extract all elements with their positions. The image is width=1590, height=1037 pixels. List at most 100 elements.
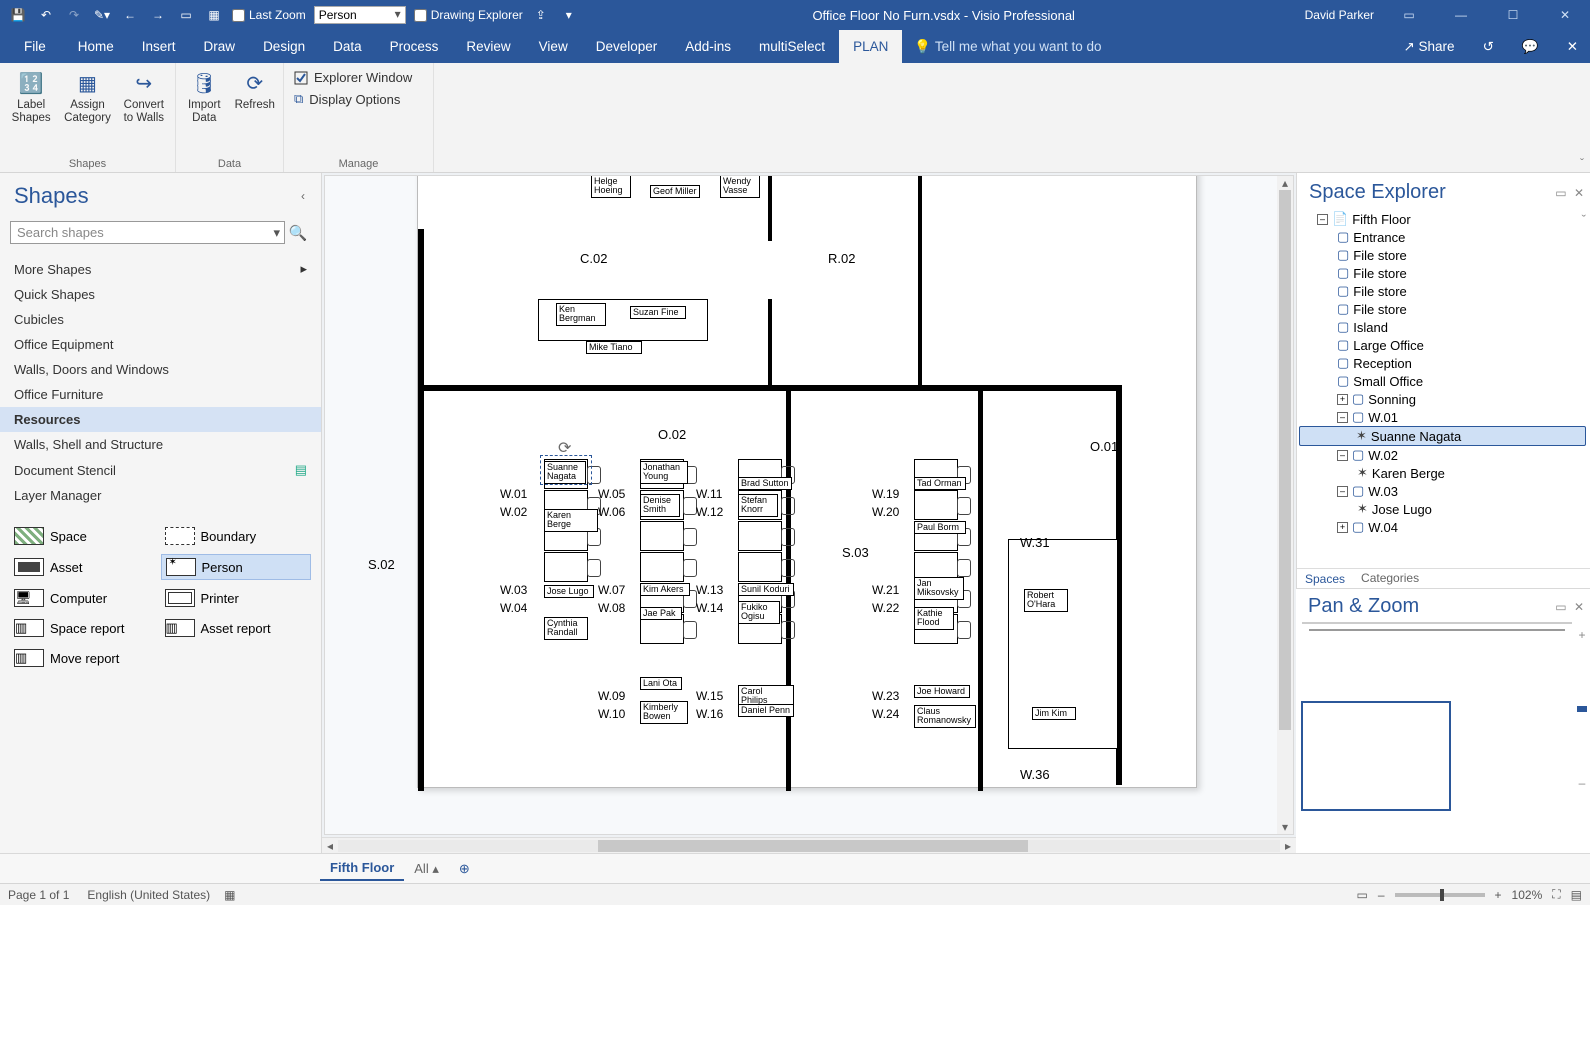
tree-item-w02[interactable]: – ▢ W.02 — [1299, 446, 1586, 464]
tell-me-search[interactable]: 💡 Tell me what you want to do — [902, 39, 1403, 55]
display-options-button[interactable]: ⧉ Display Options — [290, 88, 427, 110]
drawing-explorer-check[interactable]: Drawing Explorer — [414, 8, 523, 22]
search-icon[interactable]: 🔍 — [285, 224, 311, 242]
assign-category-button[interactable]: ▦Assign Category — [62, 67, 112, 125]
zoom-out-icon[interactable]: – — [1579, 776, 1586, 790]
person-tag[interactable]: Jonathan Young — [640, 461, 688, 484]
pane-window-icon[interactable]: ▭ — [1555, 186, 1566, 200]
vertical-scrollbar[interactable]: ▴▾ — [1277, 176, 1293, 834]
person-tag[interactable]: Lani Ota — [640, 677, 682, 690]
person-tag[interactable]: Jan Miksovsky — [914, 577, 964, 600]
tree-item[interactable]: ▢ Entrance — [1299, 228, 1586, 246]
stencil-cubicles[interactable]: Cubicles — [0, 307, 321, 332]
qat-more-icon[interactable]: ▾ — [557, 3, 581, 27]
status-language[interactable]: English (United States) — [87, 888, 210, 902]
zoom-in-icon[interactable]: + — [1495, 888, 1502, 902]
tree-item-w01[interactable]: – ▢ W.01 — [1299, 408, 1586, 426]
sync-icon[interactable]: ⇪ — [529, 3, 553, 27]
horizontal-scrollbar[interactable]: ◂ ▸ — [322, 837, 1296, 853]
window-icon[interactable]: ▭ — [174, 3, 198, 27]
ribbon-display-icon[interactable]: ▭ — [1392, 8, 1426, 22]
shapes-pane-collapse-icon[interactable]: ‹ — [301, 189, 305, 203]
shape-move-report[interactable]: ▥Move report — [10, 646, 161, 670]
person-tag[interactable]: Karen Berge — [544, 509, 598, 532]
tree-person[interactable]: ✶ Jose Lugo — [1299, 500, 1586, 518]
shape-computer[interactable]: 🖥Computer — [10, 586, 161, 610]
person-tag[interactable]: Geof Miller — [650, 185, 700, 198]
tab-data[interactable]: Data — [319, 30, 376, 63]
save-icon[interactable]: 💾 — [6, 3, 30, 27]
nav-back-icon[interactable]: ← — [118, 3, 142, 27]
history-icon[interactable]: ↺ — [1483, 39, 1494, 55]
tab-plan[interactable]: PLAN — [839, 30, 902, 63]
tree-person[interactable]: ✶ Karen Berge — [1299, 464, 1586, 482]
fit-window-icon[interactable]: ⛶ — [1552, 887, 1560, 902]
person-tag[interactable]: Claus Romanowsky — [914, 705, 976, 728]
person-tag[interactable]: Kimberly Bowen — [640, 701, 688, 724]
person-tag[interactable]: Denise Smith — [640, 494, 680, 517]
tab-addins[interactable]: Add-ins — [671, 30, 745, 63]
redo-icon[interactable]: ↷ — [62, 3, 86, 27]
share-button[interactable]: ↗ Share — [1403, 39, 1454, 55]
tree-item[interactable]: ▢ Island — [1299, 318, 1586, 336]
pan-zoom-frame[interactable] — [1301, 701, 1451, 811]
person-tag[interactable]: Stefan Knorr — [738, 494, 778, 517]
person-tag[interactable]: Fukiko Ogisu — [738, 601, 780, 624]
pane-close-icon[interactable]: ✕ — [1574, 600, 1584, 614]
person-tag[interactable]: Tad Orman — [914, 477, 966, 490]
tab-insert[interactable]: Insert — [128, 30, 190, 63]
person-tag[interactable]: Helge Hoeing — [591, 175, 631, 198]
person-tag-selected[interactable]: Suanne Nagata — [544, 461, 586, 484]
switch-windows-icon[interactable]: ▤ — [1571, 888, 1582, 902]
person-tag[interactable]: Wendy Vasse — [720, 175, 760, 198]
shape-boundary[interactable]: Boundary — [161, 524, 312, 548]
person-tag[interactable]: Kim Akers — [640, 583, 690, 596]
page-tab-all[interactable]: All ▴ — [404, 857, 449, 881]
zoom-percent[interactable]: 102% — [1512, 888, 1543, 902]
macro-icon[interactable]: ▦ — [224, 888, 235, 902]
zoom-in-icon[interactable]: + — [1578, 628, 1585, 642]
drawing-canvas[interactable]: C.02 R.02 O.02 S.02 S.03 O.01 W.31 W.36 … — [324, 175, 1294, 835]
convert-walls-button[interactable]: ↪Convert to Walls — [119, 67, 169, 125]
undo-icon[interactable]: ↶ — [34, 3, 58, 27]
tree-item[interactable]: ▢ File store — [1299, 246, 1586, 264]
shape-printer[interactable]: Printer — [161, 586, 312, 610]
rotate-handle-icon[interactable]: ⟳ — [558, 438, 574, 454]
comments-icon[interactable]: 💬 — [1522, 39, 1539, 55]
tab-file[interactable]: File — [6, 30, 64, 63]
maximize-icon[interactable]: ☐ — [1496, 8, 1530, 22]
person-tag[interactable]: Joe Howard — [914, 685, 970, 698]
import-data-button[interactable]: 🛢Import Data — [182, 67, 227, 125]
quick-shapes-item[interactable]: Quick Shapes — [0, 282, 321, 307]
tab-draw[interactable]: Draw — [190, 30, 250, 63]
tab-view[interactable]: View — [525, 30, 582, 63]
nav-fwd-icon[interactable]: → — [146, 3, 170, 27]
person-tag[interactable]: Daniel Penn — [738, 704, 794, 717]
tab-home[interactable]: Home — [64, 30, 128, 63]
tree-item[interactable]: ▢ File store — [1299, 282, 1586, 300]
explorer-window-check[interactable]: Explorer Window — [290, 67, 427, 88]
stencil-document-stencil[interactable]: Document Stencil▤ — [0, 457, 321, 483]
last-zoom-check[interactable]: Last Zoom — [232, 8, 306, 22]
scroll-left-icon[interactable]: ◂ — [322, 839, 338, 853]
search-shapes-input[interactable]: Search shapes — [10, 221, 285, 244]
minimize-icon[interactable]: — — [1444, 8, 1478, 22]
person-tag[interactable]: Sunil Koduri — [738, 583, 794, 596]
more-shapes-item[interactable]: More Shapes▸ — [0, 256, 321, 282]
tree-item[interactable]: ▢ File store — [1299, 300, 1586, 318]
person-tag[interactable]: Jae Pak — [640, 607, 682, 620]
person-tag[interactable]: Cynthia Randall — [544, 617, 588, 640]
tab-review[interactable]: Review — [452, 30, 524, 63]
collapse-ribbon-icon[interactable]: ˇ — [1580, 156, 1584, 170]
tree-item[interactable]: ▢ Large Office — [1299, 336, 1586, 354]
status-page[interactable]: Page 1 of 1 — [8, 888, 69, 902]
person-tag[interactable]: Paul Borm — [914, 521, 966, 534]
pane-window-icon[interactable]: ▭ — [1555, 600, 1566, 614]
stencil-office-furniture[interactable]: Office Furniture — [0, 382, 321, 407]
tab-design[interactable]: Design — [249, 30, 319, 63]
tree-root[interactable]: – 📄 Fifth Floor ˇ — [1299, 210, 1586, 228]
tab-developer[interactable]: Developer — [582, 30, 672, 63]
person-tag[interactable]: Suzan Fine — [630, 306, 686, 319]
person-tag[interactable]: Mike Tiano — [586, 341, 642, 354]
stencil-walls-doors[interactable]: Walls, Doors and Windows — [0, 357, 321, 382]
